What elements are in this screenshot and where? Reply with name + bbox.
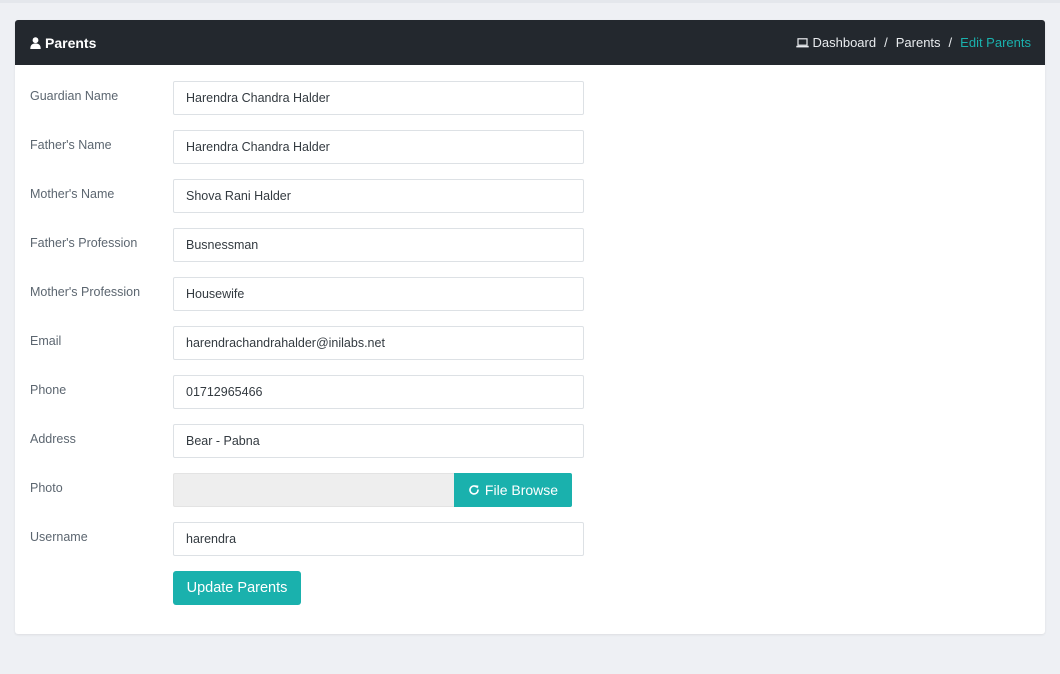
- update-parents-button[interactable]: Update Parents: [173, 571, 301, 605]
- phone-row: Phone: [15, 375, 1045, 409]
- guardian-name-row: Guardian Name: [15, 81, 1045, 115]
- father-name-label: Father's Name: [30, 138, 112, 152]
- page-title-text: Parents: [45, 34, 97, 51]
- mother-name-input[interactable]: [173, 179, 584, 213]
- file-browse-button[interactable]: File Browse: [454, 473, 572, 507]
- file-browse-label: File Browse: [484, 482, 559, 498]
- photo-upload: File Browse: [173, 473, 572, 507]
- breadcrumb-separator: /: [884, 35, 888, 50]
- breadcrumb-edit-parents: Edit Parents: [960, 35, 1031, 50]
- photo-filename-display[interactable]: [173, 473, 454, 507]
- father-profession-label: Father's Profession: [30, 236, 138, 250]
- laptop-icon: [795, 37, 809, 48]
- username-label: Username: [30, 530, 88, 544]
- email-label: Email: [30, 334, 62, 348]
- guardian-name-input[interactable]: [173, 81, 584, 115]
- breadcrumb-parents[interactable]: Parents: [896, 35, 941, 50]
- email-row: Email: [15, 326, 1045, 360]
- username-row: Username: [15, 522, 1045, 556]
- phone-label: Phone: [30, 383, 67, 397]
- parents-card: Parents Dashboard / Parents / Edit Paren…: [15, 20, 1045, 634]
- refresh-icon: [468, 484, 480, 496]
- address-row: Address: [15, 424, 1045, 458]
- page-title: Parents: [30, 35, 96, 51]
- photo-label: Photo: [30, 481, 63, 495]
- mother-profession-row: Mother's Profession: [15, 277, 1045, 311]
- father-profession-row: Father's Profession: [15, 228, 1045, 262]
- address-label: Address: [30, 432, 76, 446]
- mother-profession-label: Mother's Profession: [30, 285, 141, 299]
- breadcrumb: Dashboard / Parents / Edit Parents: [795, 35, 1031, 50]
- mother-name-label: Mother's Name: [30, 187, 115, 201]
- photo-row: Photo File Browse: [15, 473, 1045, 507]
- father-name-row: Father's Name: [15, 130, 1045, 164]
- address-input[interactable]: [173, 424, 584, 458]
- mother-profession-input[interactable]: [173, 277, 584, 311]
- card-header: Parents Dashboard / Parents / Edit Paren…: [15, 20, 1045, 65]
- phone-input[interactable]: [173, 375, 584, 409]
- username-input[interactable]: [173, 522, 584, 556]
- user-icon: [30, 36, 41, 49]
- mother-name-row: Mother's Name: [15, 179, 1045, 213]
- email-field[interactable]: [173, 326, 584, 360]
- breadcrumb-dashboard[interactable]: Dashboard: [813, 35, 877, 50]
- father-profession-input[interactable]: [173, 228, 584, 262]
- top-strip: [0, 0, 1060, 3]
- father-name-input[interactable]: [173, 130, 584, 164]
- guardian-name-label: Guardian Name: [30, 89, 119, 103]
- breadcrumb-separator: /: [948, 35, 953, 50]
- page: Parents Dashboard / Parents / Edit Paren…: [0, 0, 1060, 674]
